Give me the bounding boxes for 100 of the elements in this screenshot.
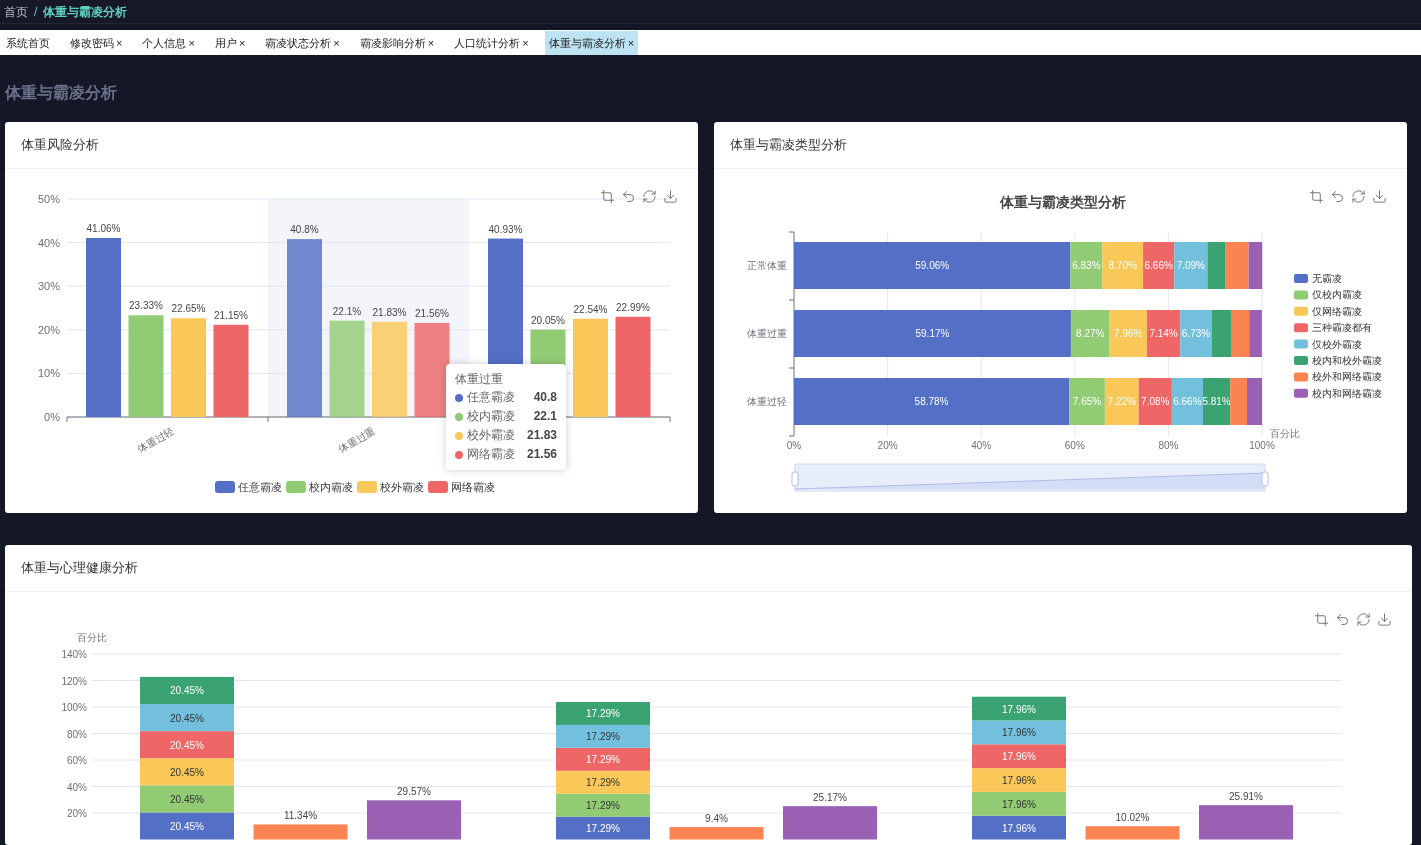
close-icon[interactable]: × bbox=[627, 34, 635, 52]
tooltip-value: 21.56 bbox=[526, 446, 557, 463]
legend-swatch[interactable] bbox=[1293, 372, 1308, 382]
bar-segment[interactable] bbox=[1070, 310, 1110, 357]
bar-segment[interactable] bbox=[556, 747, 650, 771]
bar-segment[interactable] bbox=[972, 696, 1066, 721]
close-icon[interactable]: × bbox=[427, 34, 435, 52]
axis-label: 100% bbox=[61, 702, 87, 713]
download-icon[interactable] bbox=[1377, 612, 1392, 627]
legend-swatch[interactable] bbox=[1293, 339, 1308, 349]
legend-label[interactable]: 校内霸凌 bbox=[309, 481, 353, 493]
nav-tab[interactable]: 个人信息 bbox=[142, 34, 187, 52]
legend-swatch[interactable] bbox=[1293, 356, 1308, 365]
segment-label: 8.27% bbox=[1075, 328, 1104, 339]
bar-segment[interactable] bbox=[140, 785, 234, 813]
nav-tab[interactable]: 人口统计分析 bbox=[454, 34, 521, 52]
legend-swatch[interactable] bbox=[1293, 388, 1308, 398]
refresh-icon[interactable] bbox=[1351, 189, 1366, 204]
bar-segment[interactable] bbox=[140, 758, 234, 786]
legend-swatch[interactable] bbox=[286, 481, 306, 493]
download-icon[interactable] bbox=[1372, 189, 1387, 204]
bar-segment[interactable] bbox=[556, 816, 650, 840]
zoom-icon[interactable] bbox=[1309, 189, 1324, 204]
undo-icon[interactable] bbox=[1330, 189, 1345, 204]
nav-tab[interactable]: 体重与霸凌分析 bbox=[548, 34, 626, 52]
refresh-icon[interactable] bbox=[1356, 612, 1371, 627]
legend-label[interactable]: 三种霸凌都有 bbox=[1311, 322, 1372, 334]
bar-value-label: 25.17% bbox=[813, 792, 847, 804]
bar-segment[interactable] bbox=[140, 731, 234, 759]
bar-segment[interactable] bbox=[140, 812, 234, 840]
undo-icon[interactable] bbox=[620, 189, 636, 204]
segment-label: 17.96% bbox=[1002, 703, 1036, 715]
bar-segment[interactable] bbox=[556, 793, 650, 817]
segment-label: 20.45% bbox=[170, 793, 204, 805]
axis-label: 120% bbox=[61, 675, 87, 687]
refresh-icon[interactable] bbox=[641, 189, 657, 204]
legend-label[interactable]: 校内和校外霸凌 bbox=[1311, 355, 1382, 366]
legend-swatch[interactable] bbox=[1293, 274, 1308, 283]
legend-label[interactable]: 仅校内霸凌 bbox=[1311, 289, 1362, 301]
bar-segment[interactable] bbox=[1069, 242, 1102, 289]
close-icon[interactable]: × bbox=[188, 34, 195, 52]
segment-label: 7.65% bbox=[1072, 396, 1101, 407]
segment-label: 17.29% bbox=[586, 754, 620, 766]
legend-swatch[interactable] bbox=[357, 481, 377, 493]
close-icon[interactable]: × bbox=[116, 34, 123, 52]
bar-value-label: 21.15% bbox=[214, 309, 248, 321]
bar-segment[interactable] bbox=[972, 720, 1066, 745]
data-zoom-slider[interactable] bbox=[791, 463, 1268, 492]
close-icon[interactable]: × bbox=[238, 34, 246, 52]
legend-swatch[interactable] bbox=[428, 481, 448, 493]
bar-segment[interactable] bbox=[140, 704, 234, 732]
legend-label[interactable]: 仅网络霸凌 bbox=[1311, 305, 1362, 317]
bar-segment[interactable] bbox=[972, 791, 1066, 816]
zoom-icon[interactable] bbox=[599, 189, 615, 204]
bar-segment[interactable] bbox=[140, 676, 234, 704]
legend-label[interactable]: 仅校外霸凌 bbox=[1311, 338, 1362, 350]
legend-swatch[interactable] bbox=[1293, 323, 1308, 333]
legend-label[interactable]: 无霸凌 bbox=[1311, 273, 1342, 284]
segment-label: 17.96% bbox=[1002, 822, 1036, 834]
undo-icon[interactable] bbox=[1335, 612, 1350, 627]
close-icon[interactable]: × bbox=[333, 34, 340, 52]
bar-segment[interactable] bbox=[1142, 242, 1174, 289]
nav-tab[interactable]: 系统首页 bbox=[6, 34, 50, 52]
legend-label[interactable]: 校内和网络霸凌 bbox=[1311, 387, 1382, 399]
close-icon[interactable]: × bbox=[522, 34, 529, 52]
bar-segment[interactable] bbox=[1146, 310, 1180, 357]
bar-segment[interactable] bbox=[1068, 378, 1105, 425]
nav-tab[interactable]: 修改密码 bbox=[70, 34, 114, 52]
legend-swatch[interactable] bbox=[215, 481, 235, 493]
nav-tab[interactable]: 霸凌影响分析 bbox=[359, 34, 426, 52]
legend-swatch[interactable] bbox=[1293, 306, 1308, 316]
legend-swatch[interactable] bbox=[1293, 290, 1308, 300]
bar-segment[interactable] bbox=[556, 702, 650, 725]
breadcrumb-link[interactable]: 首页 bbox=[4, 2, 28, 21]
download-icon[interactable] bbox=[662, 189, 678, 204]
tooltip-series-name: 校内霸凌 bbox=[467, 408, 515, 425]
bar[interactable] bbox=[367, 800, 461, 840]
bar[interactable] bbox=[1199, 805, 1293, 840]
segment-label: 6.73% bbox=[1181, 328, 1210, 339]
legend-label[interactable]: 网络霸凌 bbox=[451, 481, 495, 493]
segment-label: 20.45% bbox=[170, 766, 204, 778]
segment-label: 17.29% bbox=[586, 708, 620, 720]
nav-tab[interactable]: 霸凌状态分析 bbox=[265, 34, 332, 52]
legend-label[interactable]: 校外霸凌 bbox=[380, 481, 424, 493]
bar-segment[interactable] bbox=[1171, 378, 1203, 425]
bar-segment[interactable] bbox=[556, 724, 650, 748]
bar-segment[interactable] bbox=[556, 770, 650, 794]
bar-value-label: 11.34% bbox=[283, 810, 318, 822]
bar-segment[interactable] bbox=[972, 815, 1066, 840]
category-label: 体重过轻 bbox=[135, 425, 176, 455]
legend-label[interactable]: 校外和网络霸凌 bbox=[1311, 371, 1382, 383]
bar-segment[interactable] bbox=[972, 768, 1066, 792]
bar[interactable] bbox=[783, 806, 877, 840]
bar-segment[interactable] bbox=[1173, 242, 1207, 289]
legend-label[interactable]: 任意霸凌 bbox=[238, 481, 282, 493]
zoom-icon[interactable] bbox=[1314, 612, 1329, 627]
bar-segment[interactable] bbox=[1179, 310, 1212, 357]
nav-tab[interactable]: 用户 bbox=[214, 34, 237, 52]
bar-segment[interactable] bbox=[1138, 378, 1172, 425]
bar-segment[interactable] bbox=[972, 744, 1066, 769]
